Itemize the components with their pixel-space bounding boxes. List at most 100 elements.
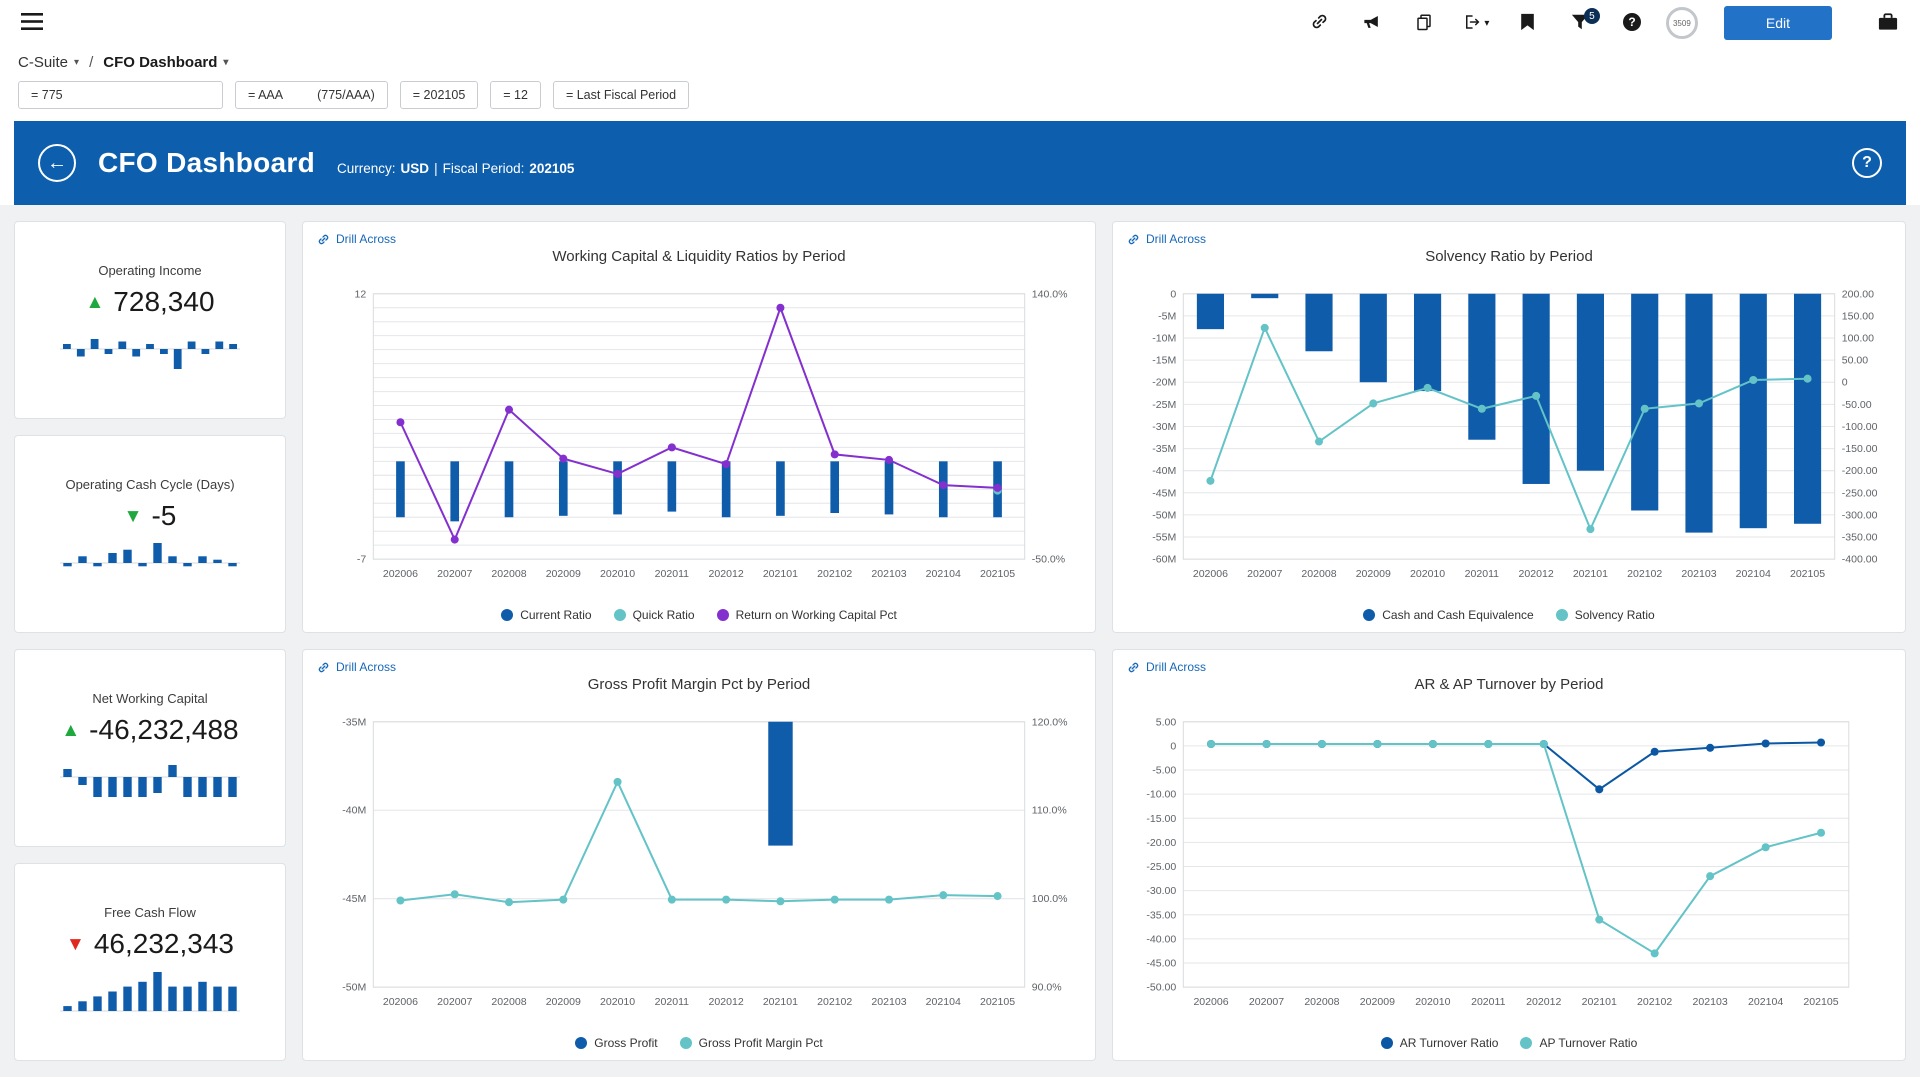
subtitle-separator: | xyxy=(434,161,438,176)
legend-item[interactable]: Cash and Cash Equivalence xyxy=(1363,608,1533,622)
legend-item[interactable]: Return on Working Capital Pct xyxy=(717,608,897,622)
kpi-card[interactable]: Net Working Capital▲-46,232,488 xyxy=(14,649,286,847)
legend-item[interactable]: AP Turnover Ratio xyxy=(1520,1036,1637,1050)
drill-across-link[interactable]: Drill Across xyxy=(1127,232,1206,246)
briefcase-button[interactable] xyxy=(1870,5,1906,41)
bookmark-button[interactable] xyxy=(1510,5,1546,41)
svg-text:-150.00: -150.00 xyxy=(1842,443,1878,455)
svg-text:202007: 202007 xyxy=(1247,568,1282,580)
breadcrumb-item-cfo-dashboard[interactable]: CFO Dashboard ▾ xyxy=(103,54,228,71)
svg-text:202104: 202104 xyxy=(926,568,961,580)
help-button[interactable]: ? xyxy=(1614,5,1650,41)
breadcrumb-current-label: CFO Dashboard xyxy=(103,54,217,71)
hamburger-menu-button[interactable] xyxy=(14,5,50,41)
svg-text:150.00: 150.00 xyxy=(1842,310,1874,322)
legend-label: Return on Working Capital Pct xyxy=(736,608,897,622)
link-icon xyxy=(1127,233,1140,246)
bookmark-icon xyxy=(1520,13,1535,34)
legend-item[interactable]: AR Turnover Ratio xyxy=(1381,1036,1499,1050)
svg-text:-100.00: -100.00 xyxy=(1842,421,1878,433)
legend-item[interactable]: Current Ratio xyxy=(501,608,591,622)
legend-dot xyxy=(1363,609,1375,621)
svg-text:-30M: -30M xyxy=(1152,421,1176,433)
svg-text:202105: 202105 xyxy=(1803,996,1838,1008)
kpi-card[interactable]: Free Cash Flow▼46,232,343 xyxy=(14,863,286,1061)
svg-text:120.0%: 120.0% xyxy=(1032,716,1068,728)
legend-dot xyxy=(1520,1037,1532,1049)
filter-button[interactable]: 5 xyxy=(1562,5,1598,41)
legend-dot xyxy=(717,609,729,621)
svg-text:202012: 202012 xyxy=(709,568,744,580)
refresh-timer-badge[interactable]: 3509 xyxy=(1666,7,1698,39)
kpi-card[interactable]: Operating Income▲728,340 xyxy=(14,221,286,419)
legend-label: Current Ratio xyxy=(520,608,591,622)
chart-legend: Current Ratio Quick Ratio Return on Workin… xyxy=(317,604,1081,624)
drill-across-link[interactable]: Drill Across xyxy=(1127,660,1206,674)
legend-label: Gross Profit xyxy=(594,1036,657,1050)
legend-dot xyxy=(575,1037,587,1049)
dashboard-content: Operating Income▲728,340Operating Cash C… xyxy=(0,205,1920,1077)
megaphone-icon xyxy=(1362,12,1381,34)
question-icon: ? xyxy=(1862,154,1872,172)
kpi-value: 728,340 xyxy=(113,286,214,318)
export-button[interactable]: ▾ xyxy=(1458,5,1494,41)
svg-text:-400.00: -400.00 xyxy=(1842,554,1878,566)
svg-text:202010: 202010 xyxy=(1415,996,1450,1008)
filter-chip-label: = 12 xyxy=(503,88,528,102)
kpi-card[interactable]: Operating Cash Cycle (Days)▼-5 xyxy=(14,435,286,633)
share-link-button[interactable] xyxy=(1302,5,1338,41)
edit-button[interactable]: Edit xyxy=(1724,6,1832,40)
copy-report-button[interactable] xyxy=(1406,5,1442,41)
chart-card-solvency-ratio: Drill AcrossSolvency Ratio by Period0-5M… xyxy=(1112,221,1906,633)
chart-plot-area: 0-5M-10M-15M-20M-25M-30M-35M-40M-45M-50M… xyxy=(1127,265,1891,604)
link-icon xyxy=(1310,12,1329,34)
filter-chip-label: = AAA xyxy=(248,88,283,102)
svg-text:90.0%: 90.0% xyxy=(1032,982,1062,994)
kpi-column: Operating Income▲728,340Operating Cash C… xyxy=(14,221,286,1061)
svg-text:-50.0%: -50.0% xyxy=(1032,554,1065,566)
drill-across-link[interactable]: Drill Across xyxy=(317,232,396,246)
svg-text:-7: -7 xyxy=(357,554,367,566)
legend-item[interactable]: Solvency Ratio xyxy=(1556,608,1655,622)
svg-text:202008: 202008 xyxy=(1301,568,1336,580)
drill-across-link[interactable]: Drill Across xyxy=(317,660,396,674)
kpi-sparkline xyxy=(60,754,240,805)
filter-chip[interactable]: = 12 xyxy=(490,81,541,109)
legend-item[interactable]: Quick Ratio xyxy=(614,608,695,622)
svg-text:202101: 202101 xyxy=(763,996,798,1008)
svg-text:-200.00: -200.00 xyxy=(1842,465,1878,477)
chart-plot-area: 5.000-5.00-10.00-15.00-20.00-25.00-30.00… xyxy=(1127,693,1891,1032)
svg-text:-50.00: -50.00 xyxy=(1146,982,1176,994)
svg-text:202011: 202011 xyxy=(655,996,690,1008)
topbar: ▾ 5 ? 3509 Edit xyxy=(0,0,1920,46)
filter-chip-label: = 775 xyxy=(31,88,63,102)
announcements-button[interactable] xyxy=(1354,5,1390,41)
filter-chip[interactable]: = Last Fiscal Period xyxy=(553,81,689,109)
svg-text:202009: 202009 xyxy=(546,568,581,580)
filter-chip[interactable]: = 202105 xyxy=(400,81,478,109)
filter-chips-row: = 775 = AAA(775/AAA) = 202105 = 12 = Last Fi… xyxy=(0,75,1920,121)
svg-text:5.00: 5.00 xyxy=(1156,716,1177,728)
filter-chip[interactable]: = AAA(775/AAA) xyxy=(235,81,388,109)
legend-dot xyxy=(614,609,626,621)
back-button[interactable]: ← xyxy=(38,144,76,182)
filter-chip[interactable]: = 775 xyxy=(18,81,223,109)
svg-text:202102: 202102 xyxy=(1627,568,1662,580)
chart-legend: Gross Profit Gross Profit Margin Pct xyxy=(317,1032,1081,1052)
legend-dot xyxy=(501,609,513,621)
breadcrumb-item-csuite[interactable]: C-Suite ▾ xyxy=(18,54,79,71)
svg-text:-50M: -50M xyxy=(1152,509,1176,521)
svg-text:202103: 202103 xyxy=(871,996,906,1008)
briefcase-icon xyxy=(1878,12,1898,34)
chart-legend: Cash and Cash Equivalence Solvency Ratio xyxy=(1127,604,1891,624)
legend-item[interactable]: Gross Profit xyxy=(575,1036,657,1050)
chevron-down-icon: ▾ xyxy=(223,57,228,68)
svg-text:-10.00: -10.00 xyxy=(1146,789,1176,801)
banner-help-button[interactable]: ? xyxy=(1852,148,1882,178)
kpi-title: Operating Income xyxy=(98,263,201,278)
legend-item[interactable]: Gross Profit Margin Pct xyxy=(680,1036,823,1050)
breadcrumb-separator: / xyxy=(89,54,93,71)
link-icon xyxy=(1127,661,1140,674)
svg-text:-250.00: -250.00 xyxy=(1842,487,1878,499)
svg-text:-25M: -25M xyxy=(1152,399,1176,411)
